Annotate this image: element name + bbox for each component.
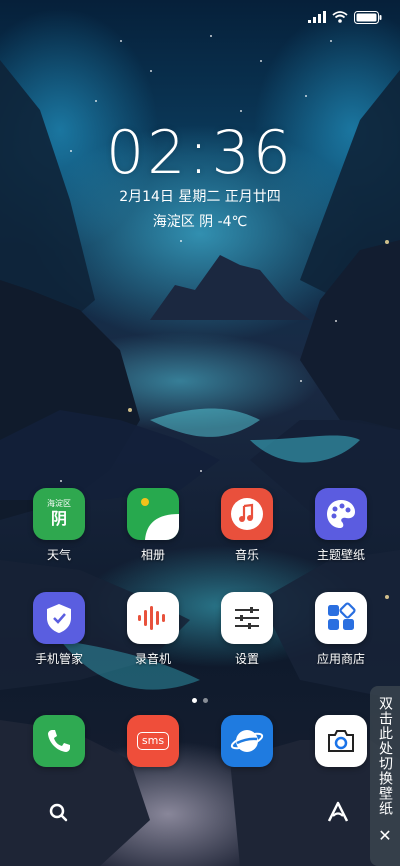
app-label: 天气 xyxy=(46,548,71,562)
app-security[interactable]: 手机管家 xyxy=(17,592,101,667)
assistant-button[interactable] xyxy=(325,800,351,828)
recorder-icon xyxy=(127,592,179,644)
page-indicator xyxy=(0,688,400,707)
wifi-icon xyxy=(332,11,348,23)
app-label: 主题壁纸 xyxy=(316,548,365,562)
clock-date: 2月14日 星期二 正月廿四 xyxy=(119,189,281,205)
browser-icon xyxy=(221,715,273,767)
close-icon[interactable]: ✕ xyxy=(378,826,391,845)
app-music[interactable]: 音乐 xyxy=(205,488,289,563)
sms-text: sms xyxy=(136,732,170,750)
dock-browser[interactable] xyxy=(205,715,289,767)
app-recorder[interactable]: 录音机 xyxy=(111,592,195,667)
camera-icon xyxy=(315,715,367,767)
signal-icon xyxy=(308,11,326,23)
sms-icon: sms xyxy=(127,715,179,767)
app-label: 录音机 xyxy=(134,652,171,666)
dock-sms[interactable]: sms xyxy=(111,715,195,767)
app-settings[interactable]: 设置 xyxy=(205,592,289,667)
app-label: 应用商店 xyxy=(316,652,365,666)
page-dot xyxy=(203,698,208,703)
gallery-icon xyxy=(127,488,179,540)
phone-icon xyxy=(33,715,85,767)
security-icon xyxy=(33,592,85,644)
clock-time: 02:36 xyxy=(106,118,294,188)
theme-icon xyxy=(315,488,367,540)
search-icon xyxy=(48,803,70,828)
weather-summary: 海淀区 阴 -4℃ xyxy=(152,214,248,230)
app-label: 手机管家 xyxy=(34,652,83,666)
app-store-icon xyxy=(315,592,367,644)
settings-icon xyxy=(221,592,273,644)
wallpaper-switch-label: 双击此处切换壁纸 xyxy=(377,696,393,816)
status-bar xyxy=(308,8,382,26)
weather-condition: 阴 xyxy=(50,509,67,528)
wallpaper-switch-panel[interactable]: 双击此处切换壁纸 ✕ xyxy=(370,686,400,866)
search-button[interactable] xyxy=(48,802,70,828)
star-field xyxy=(0,0,400,599)
weather-icon: 海淀区 阴 xyxy=(33,488,85,540)
app-weather[interactable]: 海淀区 阴 天气 xyxy=(17,488,101,563)
app-store[interactable]: 应用商店 xyxy=(299,592,383,667)
assistant-icon xyxy=(325,801,351,828)
dock-phone[interactable] xyxy=(17,715,101,767)
music-icon xyxy=(221,488,273,540)
app-label: 音乐 xyxy=(234,548,259,562)
battery-icon xyxy=(354,10,382,24)
app-label: 相册 xyxy=(140,548,165,562)
weather-location: 海淀区 xyxy=(47,499,71,508)
app-gallery[interactable]: 相册 xyxy=(111,488,195,563)
app-label: 设置 xyxy=(234,652,259,666)
page-dot-active xyxy=(192,698,197,703)
app-theme[interactable]: 主题壁纸 xyxy=(299,488,383,563)
